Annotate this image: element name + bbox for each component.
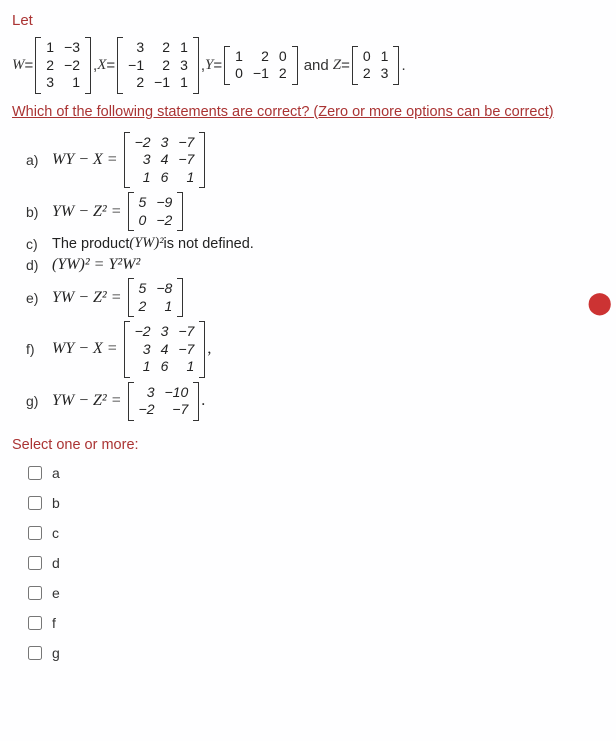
check-label-c: c bbox=[52, 525, 59, 541]
check-label-b: b bbox=[52, 495, 60, 511]
check-row-g: g bbox=[24, 643, 604, 663]
matrix-opt-g: 3−10 −2−7 bbox=[128, 382, 200, 421]
var-X: X bbox=[97, 57, 106, 74]
checkbox-c[interactable] bbox=[28, 526, 42, 540]
check-label-g: g bbox=[52, 645, 60, 661]
checkbox-d[interactable] bbox=[28, 556, 42, 570]
check-row-f: f bbox=[24, 613, 604, 633]
answer-checkboxes: a b c d e f g bbox=[24, 463, 604, 663]
checkbox-e[interactable] bbox=[28, 586, 42, 600]
matrix-opt-e: 5−8 21 bbox=[128, 278, 184, 317]
check-row-a: a bbox=[24, 463, 604, 483]
check-label-f: f bbox=[52, 615, 56, 631]
option-f: f) WY − X = −23−7 34−7 161 , bbox=[26, 321, 604, 378]
option-e: e) YW − Z² = 5−8 21 bbox=[26, 278, 604, 317]
checkbox-f[interactable] bbox=[28, 616, 42, 630]
check-label-a: a bbox=[52, 465, 60, 481]
check-row-c: c bbox=[24, 523, 604, 543]
option-c: c) The product (YW)² is not defined. bbox=[26, 235, 604, 252]
question-text: Which of the following statements are co… bbox=[12, 104, 604, 120]
matrix-opt-a: −23−7 34−7 161 bbox=[124, 132, 206, 189]
check-label-d: d bbox=[52, 555, 60, 571]
option-list: a) WY − X = −23−7 34−7 161 b) YW − Z² = … bbox=[26, 132, 604, 421]
matrix-X: 321 −123 2−11 bbox=[117, 37, 199, 94]
matrix-Y: 120 0−12 bbox=[224, 46, 298, 85]
matrix-opt-f: −23−7 34−7 161 bbox=[124, 321, 206, 378]
matrix-opt-b: 5−9 0−2 bbox=[128, 192, 184, 231]
annotation-mark-icon: ⬤ bbox=[587, 290, 612, 316]
var-Z: Z bbox=[333, 57, 341, 74]
option-g: g) YW − Z² = 3−10 −2−7 . bbox=[26, 382, 604, 421]
option-b: b) YW − Z² = 5−9 0−2 bbox=[26, 192, 604, 231]
checkbox-b[interactable] bbox=[28, 496, 42, 510]
select-prompt: Select one or more: bbox=[12, 437, 604, 453]
check-row-b: b bbox=[24, 493, 604, 513]
option-d: d) (YW)² = Y²W² bbox=[26, 256, 604, 274]
checkbox-a[interactable] bbox=[28, 466, 42, 480]
check-row-e: e bbox=[24, 583, 604, 603]
option-a: a) WY − X = −23−7 34−7 161 bbox=[26, 132, 604, 189]
matrix-W: 1−3 2−2 31 bbox=[35, 37, 91, 94]
intro-text: Let bbox=[12, 12, 604, 29]
check-row-d: d bbox=[24, 553, 604, 573]
checkbox-g[interactable] bbox=[28, 646, 42, 660]
check-label-e: e bbox=[52, 585, 60, 601]
matrix-definitions: W = 1−3 2−2 31 , X = 321 −123 2−11 , Y =… bbox=[12, 37, 604, 94]
matrix-Z: 01 23 bbox=[352, 46, 400, 85]
var-Y: Y bbox=[205, 57, 213, 74]
var-W: W bbox=[12, 57, 25, 74]
